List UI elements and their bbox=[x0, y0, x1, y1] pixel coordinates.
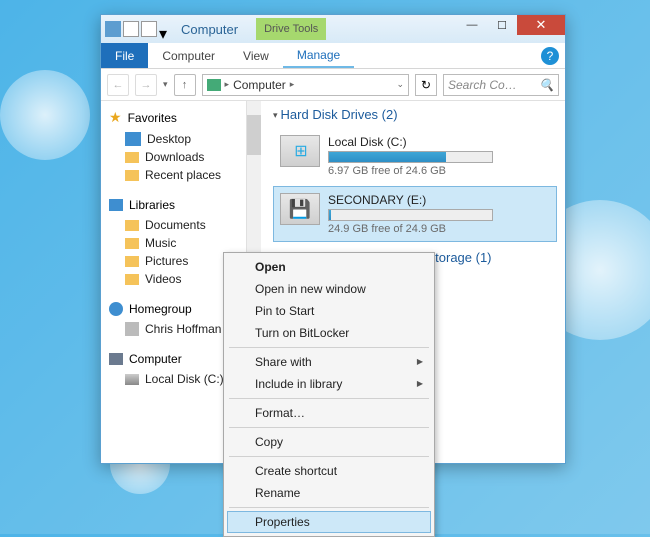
address-bar[interactable]: ▸ Computer ▸ ⌄ bbox=[202, 74, 409, 96]
close-button[interactable]: ✕ bbox=[517, 15, 565, 35]
separator bbox=[229, 456, 429, 457]
search-icon: 🔍 bbox=[539, 78, 554, 92]
ctx-properties[interactable]: Properties bbox=[227, 511, 431, 533]
ctx-include-in-library[interactable]: Include in library bbox=[227, 373, 431, 395]
ctx-format[interactable]: Format… bbox=[227, 402, 431, 424]
computer-crumb-icon bbox=[207, 79, 221, 91]
tab-view[interactable]: View bbox=[229, 43, 283, 68]
maximize-button[interactable]: ☐ bbox=[487, 15, 517, 35]
computer-icon bbox=[105, 21, 121, 37]
ctx-pin-to-start[interactable]: Pin to Start bbox=[227, 300, 431, 322]
minimize-button[interactable]: — bbox=[457, 15, 487, 35]
person-icon bbox=[125, 322, 139, 336]
star-icon: ★ bbox=[109, 109, 122, 126]
forward-button[interactable]: → bbox=[135, 74, 157, 96]
drive-icon: 💾 bbox=[280, 193, 320, 225]
search-input[interactable]: Search Co… 🔍 bbox=[443, 74, 559, 96]
ctx-share-with[interactable]: Share with bbox=[227, 351, 431, 373]
drive-name: Local Disk (C:) bbox=[328, 135, 550, 149]
drive-name: SECONDARY (E:) bbox=[328, 193, 550, 207]
ctx-rename[interactable]: Rename bbox=[227, 482, 431, 504]
windows-flag-icon: ⊞ bbox=[294, 141, 307, 161]
drive-icon: ⊞ bbox=[280, 135, 320, 167]
capacity-bar bbox=[328, 209, 493, 221]
ctx-bitlocker[interactable]: Turn on BitLocker bbox=[227, 322, 431, 344]
desktop-icon bbox=[125, 132, 141, 146]
address-dropdown-icon[interactable]: ⌄ bbox=[396, 79, 404, 90]
music-icon bbox=[125, 238, 139, 249]
scroll-thumb[interactable] bbox=[247, 115, 261, 155]
breadcrumb[interactable]: Computer bbox=[233, 78, 286, 92]
documents-icon bbox=[125, 220, 139, 231]
separator bbox=[229, 398, 429, 399]
computer-nav-icon bbox=[109, 353, 123, 365]
drive-free-text: 6.97 GB free of 24.6 GB bbox=[328, 165, 550, 177]
homegroup-icon bbox=[109, 302, 123, 316]
ctx-copy[interactable]: Copy bbox=[227, 431, 431, 453]
contextual-tab-drive-tools[interactable]: Drive Tools bbox=[256, 18, 326, 40]
ctx-open-new-window[interactable]: Open in new window bbox=[227, 278, 431, 300]
nav-recent[interactable]: Recent places bbox=[109, 166, 246, 184]
search-placeholder: Search Co… bbox=[448, 78, 517, 92]
separator bbox=[229, 427, 429, 428]
hdd-section-header[interactable]: ▾Hard Disk Drives (2) bbox=[273, 107, 557, 122]
nav-documents[interactable]: Documents bbox=[109, 216, 246, 234]
context-menu: Open Open in new window Pin to Start Tur… bbox=[223, 252, 435, 537]
refresh-button[interactable]: ↻ bbox=[415, 74, 437, 96]
tab-manage[interactable]: Manage bbox=[283, 43, 354, 68]
nav-music[interactable]: Music bbox=[109, 234, 246, 252]
capacity-bar bbox=[328, 151, 493, 163]
libraries-icon bbox=[109, 199, 123, 211]
recent-icon bbox=[125, 170, 139, 181]
tab-computer[interactable]: Computer bbox=[148, 43, 229, 68]
tab-file[interactable]: File bbox=[101, 43, 148, 68]
back-button[interactable]: ← bbox=[107, 74, 129, 96]
history-dropdown-icon[interactable]: ▾ bbox=[163, 79, 168, 90]
drive-secondary[interactable]: 💾 SECONDARY (E:) 24.9 GB free of 24.9 GB bbox=[273, 186, 557, 242]
qat-dropdown-icon[interactable]: ▾ bbox=[159, 24, 169, 34]
new-folder-icon[interactable] bbox=[141, 21, 157, 37]
nav-desktop[interactable]: Desktop bbox=[109, 130, 246, 148]
ctx-create-shortcut[interactable]: Create shortcut bbox=[227, 460, 431, 482]
separator bbox=[229, 347, 429, 348]
drive-free-text: 24.9 GB free of 24.9 GB bbox=[328, 223, 550, 235]
help-icon[interactable]: ? bbox=[541, 47, 559, 65]
titlebar[interactable]: ▾ Computer Drive Tools — ☐ ✕ bbox=[101, 15, 565, 43]
folder-icon bbox=[125, 152, 139, 163]
libraries-header[interactable]: Libraries bbox=[109, 198, 246, 212]
address-bar-row: ← → ▾ ↑ ▸ Computer ▸ ⌄ ↻ Search Co… 🔍 bbox=[101, 69, 565, 101]
favorites-header[interactable]: ★Favorites bbox=[109, 109, 246, 126]
ribbon-tabs: File Computer View Manage ? bbox=[101, 43, 565, 69]
pictures-icon bbox=[125, 256, 139, 267]
nav-downloads[interactable]: Downloads bbox=[109, 148, 246, 166]
videos-icon bbox=[125, 274, 139, 285]
disk-icon bbox=[125, 374, 139, 385]
up-button[interactable]: ↑ bbox=[174, 74, 196, 96]
separator bbox=[229, 507, 429, 508]
window-title: Computer bbox=[181, 22, 238, 37]
drive-local-disk[interactable]: ⊞ Local Disk (C:) 6.97 GB free of 24.6 G… bbox=[273, 128, 557, 184]
quick-access-toolbar: ▾ bbox=[101, 21, 169, 37]
properties-icon[interactable] bbox=[123, 21, 139, 37]
ctx-open[interactable]: Open bbox=[227, 256, 431, 278]
